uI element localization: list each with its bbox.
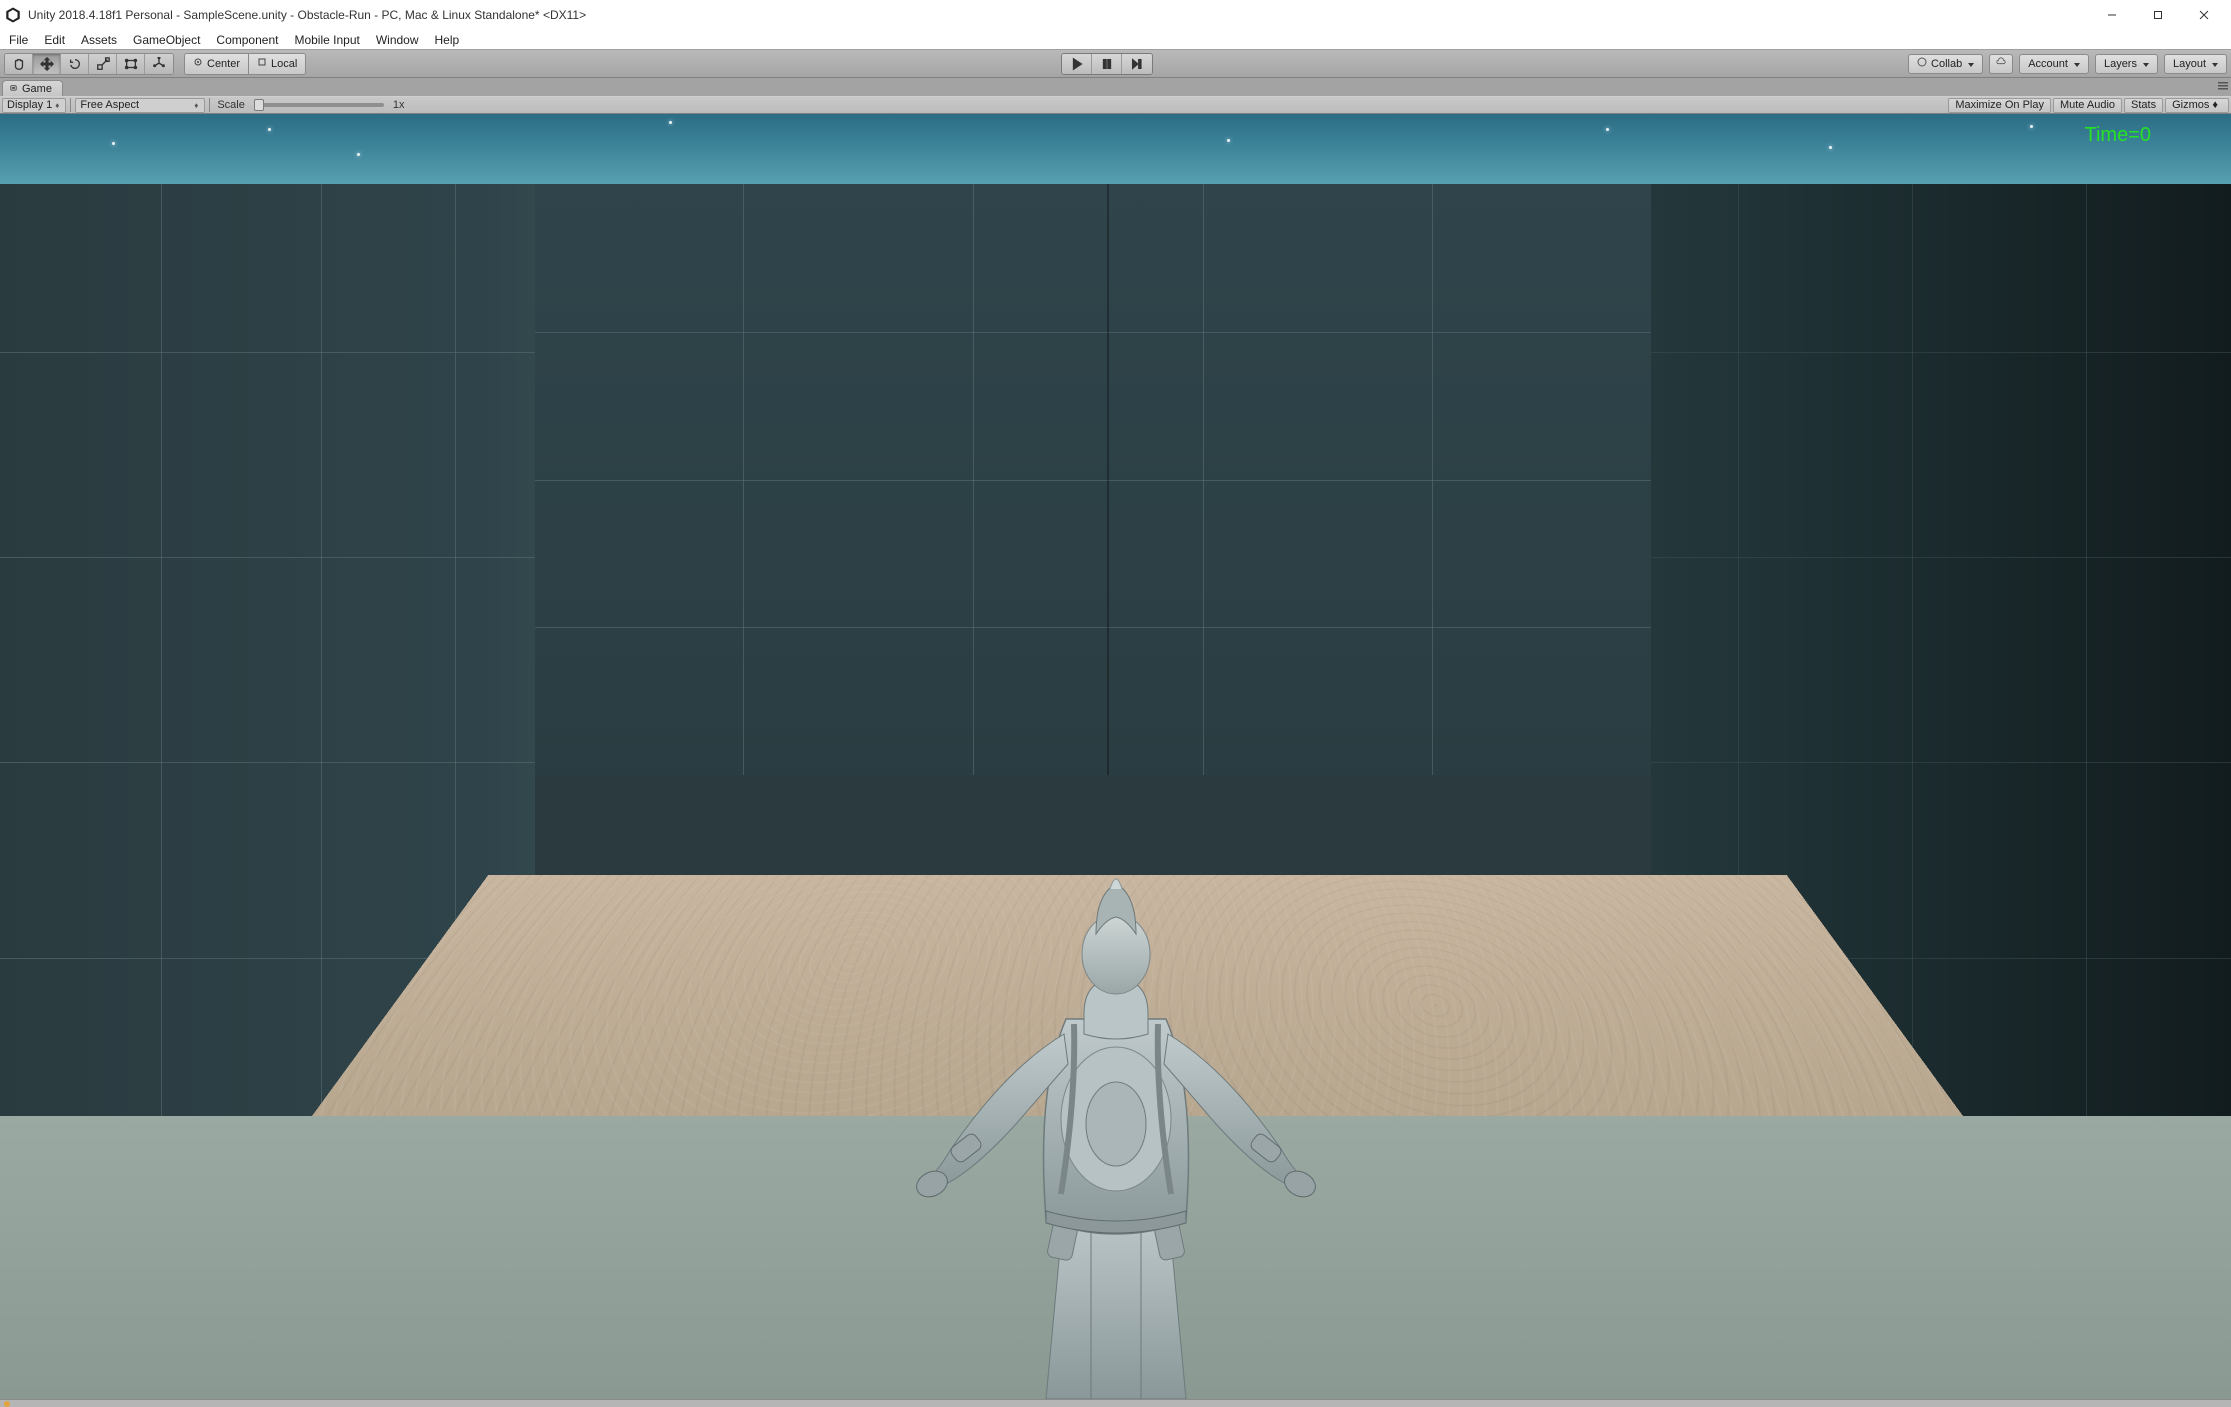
layout-dropdown[interactable]: Layout bbox=[2164, 54, 2227, 74]
status-indicator-icon bbox=[4, 1401, 10, 1407]
window-title: Unity 2018.4.18f1 Personal - SampleScene… bbox=[28, 8, 2089, 22]
scale-slider-thumb[interactable] bbox=[254, 99, 264, 111]
aspect-value: Free Aspect bbox=[80, 99, 139, 111]
game-view-toolbar: Display 1 ♦ Free Aspect ♦ Scale 1x Maxim… bbox=[0, 96, 2231, 114]
play-button[interactable] bbox=[1062, 54, 1092, 74]
cloud-button[interactable] bbox=[1989, 54, 2013, 74]
gizmos-dropdown[interactable]: Gizmos♦ bbox=[2165, 98, 2229, 113]
window-titlebar: Unity 2018.4.18f1 Personal - SampleScene… bbox=[0, 0, 2231, 30]
pivot-center-label: Center bbox=[207, 58, 240, 70]
transform-tool-button[interactable] bbox=[145, 54, 173, 74]
unity-logo-icon bbox=[4, 6, 22, 24]
tab-game-label: Game bbox=[22, 83, 52, 95]
account-dropdown[interactable]: Account bbox=[2019, 54, 2089, 74]
menu-gameobject[interactable]: GameObject bbox=[125, 31, 208, 49]
mute-audio-button[interactable]: Mute Audio bbox=[2053, 98, 2122, 113]
close-button[interactable] bbox=[2181, 0, 2227, 30]
play-controls bbox=[1061, 53, 1153, 75]
gizmos-label: Gizmos bbox=[2172, 99, 2209, 111]
layers-label: Layers bbox=[2104, 58, 2137, 70]
panel-tab-row: Game bbox=[0, 78, 2231, 96]
hand-tool-button[interactable] bbox=[5, 54, 33, 74]
skybox bbox=[0, 114, 2231, 184]
scale-slider[interactable] bbox=[254, 103, 384, 107]
tab-game[interactable]: Game bbox=[2, 80, 63, 96]
step-button[interactable] bbox=[1122, 54, 1152, 74]
status-bar bbox=[0, 1399, 2231, 1407]
collab-icon bbox=[1917, 57, 1927, 70]
center-icon bbox=[193, 57, 203, 70]
collab-label: Collab bbox=[1931, 58, 1962, 70]
menu-help[interactable]: Help bbox=[427, 31, 468, 49]
pause-button[interactable] bbox=[1092, 54, 1122, 74]
separator bbox=[70, 98, 71, 112]
local-icon bbox=[257, 57, 267, 70]
move-tool-button[interactable] bbox=[33, 54, 61, 74]
minimize-button[interactable] bbox=[2089, 0, 2135, 30]
aspect-dropdown[interactable]: Free Aspect ♦ bbox=[75, 98, 205, 113]
wall-back bbox=[513, 184, 1662, 775]
maximize-button[interactable] bbox=[2135, 0, 2181, 30]
transform-tool-group bbox=[4, 53, 174, 75]
layout-label: Layout bbox=[2173, 58, 2206, 70]
rect-tool-button[interactable] bbox=[117, 54, 145, 74]
wall-seam bbox=[1107, 184, 1109, 775]
display-value: Display 1 bbox=[7, 99, 52, 111]
pivot-local-label: Local bbox=[271, 58, 297, 70]
maximize-on-play-button[interactable]: Maximize On Play bbox=[1948, 98, 2051, 113]
menu-component[interactable]: Component bbox=[208, 31, 286, 49]
collab-dropdown[interactable]: Collab bbox=[1908, 54, 1983, 74]
scale-label: Scale bbox=[214, 99, 248, 111]
pivot-local-button[interactable]: Local bbox=[249, 54, 305, 74]
main-toolbar: Center Local Collab Account Layers Layou… bbox=[0, 50, 2231, 78]
menu-bar: File Edit Assets GameObject Component Mo… bbox=[0, 30, 2231, 50]
time-overlay-label: Time=0 bbox=[2084, 124, 2151, 147]
stats-button[interactable]: Stats bbox=[2124, 98, 2163, 113]
menu-edit[interactable]: Edit bbox=[36, 31, 73, 49]
game-viewport[interactable]: Time=0 bbox=[0, 114, 2231, 1399]
player-character bbox=[896, 839, 1336, 1399]
cloud-icon bbox=[1996, 57, 2006, 70]
game-icon bbox=[9, 83, 18, 95]
menu-mobile-input[interactable]: Mobile Input bbox=[286, 31, 367, 49]
stats-label: Stats bbox=[2131, 99, 2156, 111]
mute-audio-label: Mute Audio bbox=[2060, 99, 2115, 111]
maximize-on-play-label: Maximize On Play bbox=[1955, 99, 2044, 111]
pivot-handle-group: Center Local bbox=[184, 53, 306, 75]
display-dropdown[interactable]: Display 1 ♦ bbox=[2, 98, 66, 113]
rotate-tool-button[interactable] bbox=[61, 54, 89, 74]
panel-menu-button[interactable] bbox=[2217, 81, 2229, 91]
menu-file[interactable]: File bbox=[1, 31, 36, 49]
separator bbox=[209, 98, 210, 112]
layers-dropdown[interactable]: Layers bbox=[2095, 54, 2158, 74]
account-label: Account bbox=[2028, 58, 2068, 70]
menu-window[interactable]: Window bbox=[368, 31, 427, 49]
scale-tool-button[interactable] bbox=[89, 54, 117, 74]
toolbar-right-group: Collab Account Layers Layout bbox=[1908, 54, 2227, 74]
pivot-center-button[interactable]: Center bbox=[185, 54, 249, 74]
scale-value: 1x bbox=[390, 99, 408, 111]
window-controls bbox=[2089, 0, 2227, 30]
menu-assets[interactable]: Assets bbox=[73, 31, 125, 49]
